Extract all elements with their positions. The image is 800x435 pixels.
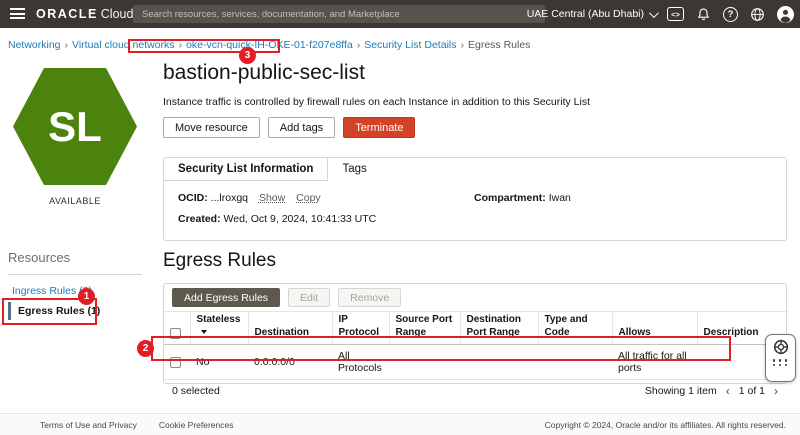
brand-oracle: ORACLE (36, 7, 98, 21)
status-badge: AVAILABLE (0, 196, 150, 206)
select-all-checkbox[interactable] (170, 328, 181, 339)
terms-of-use-link[interactable]: Terms of Use and Privacy (40, 420, 137, 430)
notifications-bell-icon[interactable] (695, 6, 712, 23)
user-avatar[interactable] (777, 6, 794, 23)
oracle-cloud-logo[interactable]: ORACLECloud (36, 7, 133, 21)
help-icon[interactable]: ? (723, 7, 738, 22)
security-list-info-card: Security List Information Tags OCID: ...… (163, 157, 787, 241)
breadcrumb-networking[interactable]: Networking (8, 39, 61, 51)
support-widget[interactable] (765, 334, 796, 382)
page-footer: Terms of Use and Privacy Cookie Preferen… (0, 413, 800, 435)
brand-cloud: Cloud (101, 7, 134, 21)
sidebar-item-ingress-rules[interactable]: Ingress Rules (3) (12, 285, 92, 297)
column-header-destination-port-range: Destination Port Range (460, 312, 538, 345)
add-tags-button[interactable]: Add tags (268, 117, 335, 138)
compartment-line: Compartment: Iwan (474, 192, 571, 204)
ocid-show-link[interactable]: Show (259, 192, 285, 204)
cell-source-port-range (389, 345, 460, 380)
showing-items-label: Showing 1 item (645, 385, 717, 397)
cloud-shell-icon[interactable]: <> (667, 7, 684, 21)
top-navigation-bar: ORACLECloud UAE Central (Abu Dhabi) <> ? (0, 0, 800, 28)
life-buoy-icon (773, 339, 789, 355)
cookie-preferences-link[interactable]: Cookie Preferences (159, 420, 234, 430)
column-header-ip-protocol: IP Protocol (332, 312, 389, 345)
ocid-copy-link[interactable]: Copy (296, 192, 321, 204)
column-header-source-port-range: Source Port Range (389, 312, 460, 345)
breadcrumb: Networking›Virtual cloud networks›oke-vc… (8, 39, 530, 51)
entity-initials: SL (48, 103, 102, 151)
breadcrumb-separator: › (65, 39, 69, 51)
select-all-header (164, 312, 190, 345)
annotation-badge-2: 2 (137, 340, 154, 357)
column-header-stateless[interactable]: Stateless (190, 312, 248, 345)
egress-rules-table-card: Add Egress Rules Edit Remove Stateless D… (163, 283, 787, 384)
row-select-cell (164, 345, 190, 380)
stateless-header-label: Stateless (197, 314, 241, 325)
cell-type-and-code (538, 345, 612, 380)
column-header-type-and-code: Type and Code (538, 312, 612, 345)
cell-destination-port-range (460, 345, 538, 380)
selected-count: 0 selected (172, 385, 220, 397)
edit-button[interactable]: Edit (288, 288, 330, 307)
cell-destination: 0.0.0.0/0 (248, 345, 332, 380)
table-row[interactable]: No 0.0.0.0/0 All Protocols All traffic f… (164, 345, 788, 380)
page-subtitle: Instance traffic is controlled by firewa… (163, 96, 590, 108)
table-header-row: Stateless Destination IP Protocol Source… (164, 312, 788, 345)
breadcrumb-separator: › (357, 39, 361, 51)
add-egress-rules-button[interactable]: Add Egress Rules (172, 288, 280, 307)
security-list-hexagon-icon: SL (13, 68, 137, 185)
egress-rules-table: Stateless Destination IP Protocol Source… (164, 311, 788, 379)
terminate-button[interactable]: Terminate (343, 117, 415, 138)
breadcrumb-security-list-details[interactable]: Security List Details (364, 39, 456, 51)
created-value: Wed, Oct 9, 2024, 10:41:33 UTC (224, 213, 377, 225)
breadcrumb-separator: › (460, 39, 464, 51)
widget-dots-grid-icon (773, 359, 789, 366)
cell-stateless: No (190, 345, 248, 380)
remove-button[interactable]: Remove (338, 288, 401, 307)
page-title: bastion-public-sec-list (163, 61, 365, 85)
egress-rules-heading: Egress Rules (163, 250, 276, 272)
created-label: Created: (178, 213, 221, 225)
region-selector[interactable]: UAE Central (Abu Dhabi) (527, 8, 656, 20)
cell-allows: All traffic for all ports (612, 345, 697, 380)
hamburger-menu-icon[interactable] (10, 8, 25, 19)
sort-descending-icon (201, 330, 207, 334)
breadcrumb-egress-rules: Egress Rules (468, 39, 530, 51)
chevron-down-icon (649, 8, 659, 18)
cell-ip-protocol: All Protocols (332, 345, 389, 380)
column-header-destination: Destination (248, 312, 332, 345)
ocid-label: OCID: (178, 192, 208, 204)
ocid-value: ...lroxgq (211, 192, 248, 204)
copyright-text: Copyright © 2024, Oracle and/or its affi… (545, 420, 786, 430)
pagination-next-icon[interactable]: › (774, 384, 778, 398)
row-checkbox[interactable] (170, 357, 181, 368)
created-line: Created: Wed, Oct 9, 2024, 10:41:33 UTC (178, 213, 772, 225)
pagination-prev-icon[interactable]: ‹ (726, 384, 730, 398)
breadcrumb-vcn-name[interactable]: oke-vcn-quick-IH-OKE-01-f207e8ffa (186, 39, 353, 51)
search-input[interactable] (133, 5, 545, 23)
sidebar-item-egress-rules[interactable]: Egress Rules (1) (8, 302, 100, 320)
compartment-label: Compartment: (474, 192, 546, 204)
pagination-label: 1 of 1 (739, 385, 765, 397)
tab-tags[interactable]: Tags (328, 158, 380, 181)
language-globe-icon[interactable] (749, 6, 766, 23)
resources-heading: Resources (8, 250, 142, 275)
column-header-allows: Allows (612, 312, 697, 345)
compartment-value: Iwan (549, 192, 571, 204)
breadcrumb-separator: › (179, 39, 183, 51)
region-label: UAE Central (Abu Dhabi) (527, 8, 644, 20)
move-resource-button[interactable]: Move resource (163, 117, 260, 138)
breadcrumb-vcns[interactable]: Virtual cloud networks (72, 39, 175, 51)
tab-security-list-information[interactable]: Security List Information (164, 158, 328, 181)
